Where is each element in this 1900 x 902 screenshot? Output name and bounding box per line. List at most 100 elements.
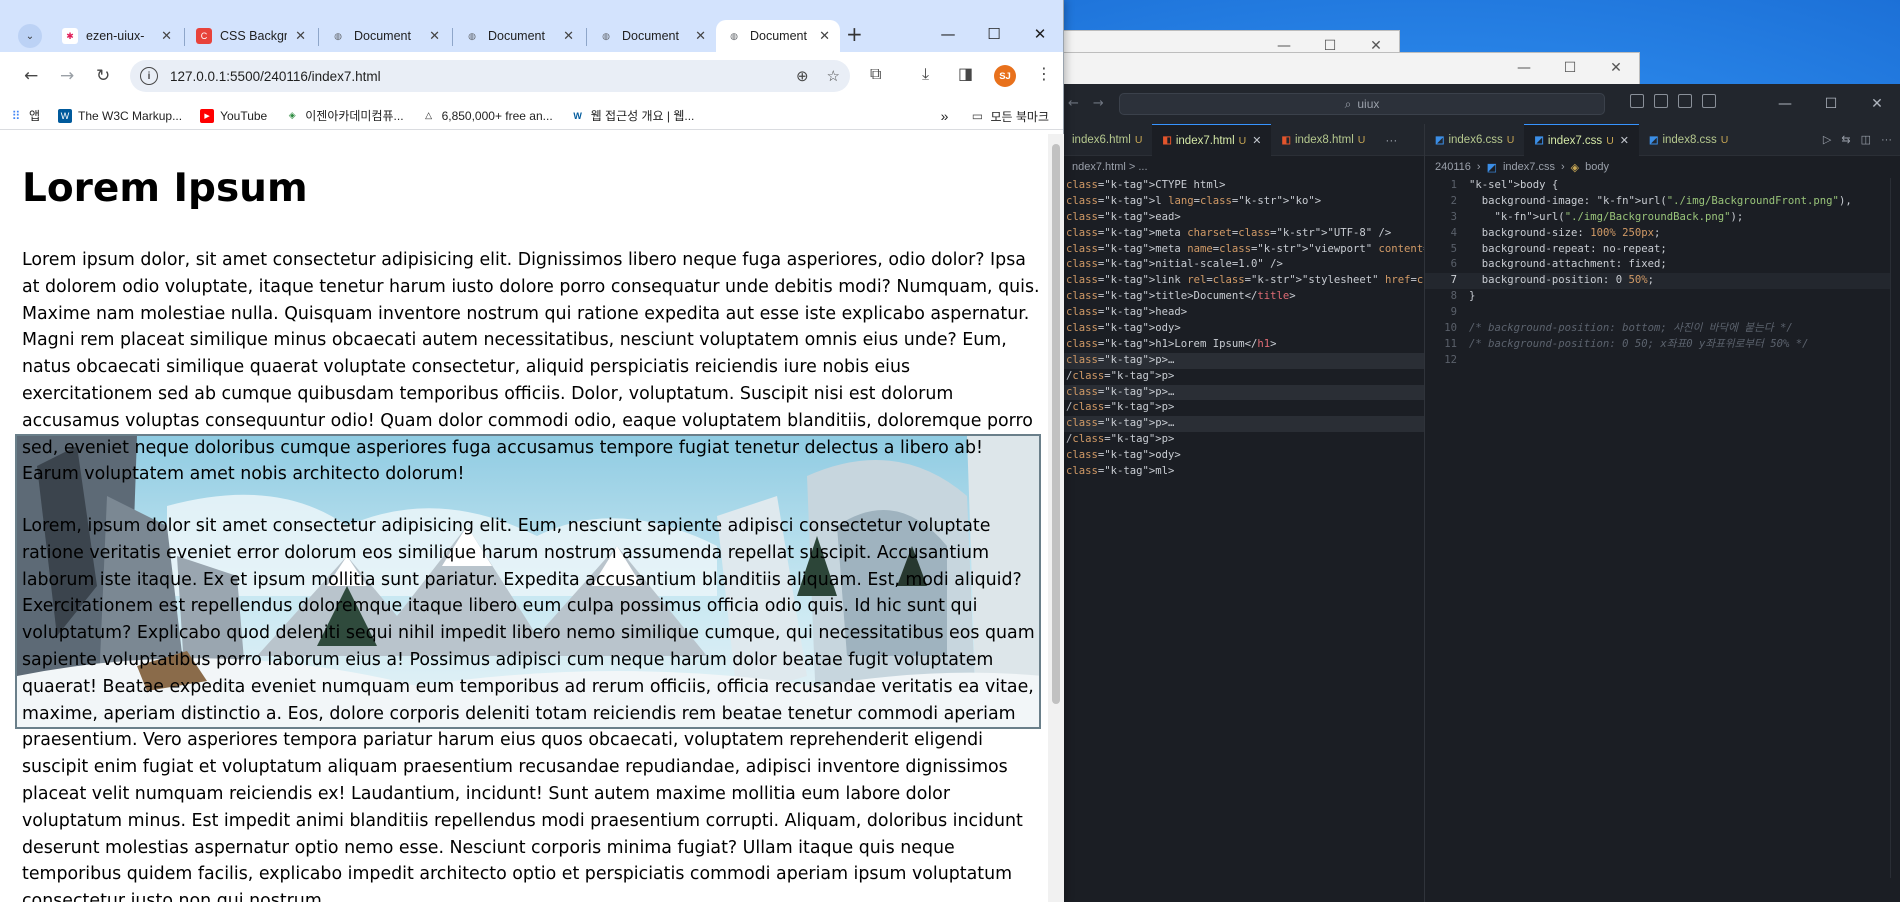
code-line[interactable]: /class="k-tag">p> [1062, 432, 1424, 448]
code-line[interactable]: class="k-tag">p>… [1062, 384, 1424, 401]
code-line[interactable]: class="k-tag">p>… [1062, 416, 1424, 433]
close-icon[interactable]: ✕ [1593, 53, 1639, 83]
code-line[interactable]: /class="k-tag">p> [1062, 400, 1424, 416]
close-tab-icon[interactable]: ✕ [1252, 134, 1261, 147]
code-line[interactable]: 5 background-repeat: no-repeat; [1425, 242, 1900, 258]
code-line[interactable]: class="k-tag">head> [1062, 305, 1424, 321]
page-scrollbar[interactable] [1048, 134, 1064, 902]
close-icon[interactable]: ✕ [1017, 16, 1063, 52]
address-bar[interactable]: i 127.0.0.1:5500/240116/index7.html ⊕ ☆ [130, 60, 850, 92]
breadcrumb[interactable]: ndex7.html > ... [1062, 156, 1424, 178]
close-icon[interactable]: ✕ [1854, 84, 1900, 124]
code-line[interactable]: class="k-tag">CTYPE html> [1062, 178, 1424, 194]
code-line[interactable]: class="k-tag">meta name=class="k-str">"v… [1062, 242, 1557, 258]
code-line[interactable]: class="k-tag">ml> [1062, 464, 1424, 480]
breadcrumb[interactable]: 240116 › ◩ index7.css › ◈ body [1425, 156, 1900, 178]
run-icon[interactable]: ▷ [1823, 133, 1831, 146]
tab-index6-html[interactable]: index6.html U [1062, 124, 1152, 156]
tab-index7-html[interactable]: ◧ index7.html U ✕ [1152, 124, 1272, 156]
code-line[interactable]: class="k-tag">title>Document</title> [1062, 289, 1424, 305]
zoom-icon[interactable]: ⊕ [796, 67, 809, 85]
minimize-icon[interactable]: — [1501, 53, 1547, 83]
code-line[interactable]: class="k-tag">nitial-scale=1.0" /> [1062, 257, 1424, 273]
maximize-icon[interactable]: ☐ [1808, 84, 1854, 124]
bookmark-freepik[interactable]: △ 6,850,000+ free an... [413, 109, 562, 123]
close-tab-icon[interactable]: ✕ [429, 28, 440, 44]
code-line[interactable]: 6 background-attachment: fixed; [1425, 257, 1900, 273]
tab-document-2[interactable]: ◍ Document ✕ [454, 20, 584, 52]
customize-layout-icon[interactable] [1702, 94, 1716, 108]
toggle-panel-icon[interactable] [1654, 94, 1668, 108]
code-line[interactable]: 12 [1425, 353, 1900, 369]
code-line[interactable]: class="k-tag">ody> [1062, 321, 1424, 337]
css-code-editor[interactable]: 1 "k-sel">body {2 background-image: "k-fn… [1425, 178, 1900, 369]
minimize-icon[interactable]: — [925, 16, 971, 52]
command-center-search[interactable]: ⌕ uiux [1119, 93, 1605, 115]
breadcrumb-symbol[interactable]: body [1585, 161, 1609, 173]
tab-document-1[interactable]: ◍ Document ✕ [320, 20, 450, 52]
code-line[interactable]: class="k-tag">l lang=class="k-str">"ko"> [1062, 194, 1424, 210]
scrollbar-thumb[interactable] [1052, 144, 1060, 704]
bookmark-w3c[interactable]: W The W3C Markup... [49, 108, 191, 123]
close-tab-icon[interactable]: ✕ [161, 28, 172, 44]
tab-index8-css[interactable]: ◩ index8.css U [1639, 124, 1738, 156]
close-tab-icon[interactable]: ✕ [819, 28, 830, 44]
code-line[interactable]: 3 "k-fn">url("./img/BackgroundBack.png")… [1425, 210, 1900, 226]
extensions-icon[interactable]: ⧉ [870, 64, 881, 84]
back-icon[interactable]: ← [24, 66, 38, 86]
tab-index8-html[interactable]: ◧ index8.html U [1271, 124, 1375, 156]
split-editor-icon[interactable]: ◫ [1861, 133, 1871, 146]
back-arrow-icon[interactable]: ← [1068, 96, 1079, 111]
minimize-icon[interactable]: — [1762, 84, 1808, 124]
more-bookmarks-icon[interactable]: » [941, 108, 949, 124]
code-line[interactable]: 7 background-position: 0 50%; [1425, 273, 1900, 290]
code-line[interactable]: class="k-tag">p>… [1062, 352, 1424, 369]
bookmark-ezen[interactable]: ◈ 이젠아카데미컴퓨... [276, 107, 412, 124]
all-bookmarks-button[interactable]: ▭ 모든 북마크 [970, 108, 1049, 125]
tab-document-3[interactable]: ◍ Document ✕ [588, 20, 716, 52]
side-panel-icon[interactable]: ◨ [958, 64, 973, 83]
html-code-editor[interactable]: class="k-tag">CTYPE html> class="k-tag">l… [1062, 178, 1615, 480]
minimap[interactable] [1890, 178, 1900, 878]
tab-document-active[interactable]: ◍ Document ✕ [716, 20, 840, 52]
tab-index7-css[interactable]: ◩ index7.css U ✕ [1524, 124, 1639, 156]
close-tab-icon[interactable]: ✕ [695, 28, 706, 44]
code-line[interactable]: class="k-tag">ead> [1062, 210, 1424, 226]
code-line[interactable]: /class="k-tag">p> [1062, 369, 1424, 385]
close-tab-icon[interactable]: ✕ [1620, 134, 1629, 147]
reload-icon[interactable]: ↻ [96, 66, 110, 86]
more-actions-icon[interactable]: ··· [1375, 124, 1407, 155]
new-tab-icon[interactable]: + [846, 22, 863, 46]
tab-css-backgrounds[interactable]: C CSS Backgr ✕ [186, 20, 316, 52]
code-line[interactable]: 10/* background-position: bottom; 사진이 바닥… [1425, 321, 1900, 337]
code-line[interactable]: class="k-tag">ody> [1062, 448, 1424, 464]
compare-icon[interactable]: ⇆ [1841, 133, 1850, 146]
forward-icon[interactable]: → [60, 66, 74, 86]
bookmark-wai[interactable]: W 웹 접근성 개요 | 웹... [562, 107, 704, 124]
tab-search-icon[interactable]: ⌄ [18, 24, 42, 48]
code-line[interactable]: 4 background-size: 100% 250px; [1425, 226, 1900, 242]
download-icon[interactable]: ⤓ [922, 64, 929, 84]
code-line[interactable]: 1 "k-sel">body { [1425, 178, 1900, 194]
close-tab-icon[interactable]: ✕ [295, 28, 306, 44]
bookmark-star-icon[interactable]: ☆ [827, 67, 840, 85]
toggle-secondary-sidebar-icon[interactable] [1678, 94, 1692, 108]
code-line[interactable]: class="k-tag">link rel=class="k-str">"st… [1062, 273, 1615, 289]
avatar[interactable]: SJ [994, 65, 1016, 87]
code-line[interactable]: 2 background-image: "k-fn">url("./img/Ba… [1425, 194, 1900, 210]
menu-icon[interactable]: ⋮ [1036, 64, 1052, 83]
toggle-sidebar-icon[interactable] [1630, 94, 1644, 108]
breadcrumb-file[interactable]: index7.css [1503, 161, 1555, 173]
maximize-icon[interactable]: ☐ [971, 16, 1017, 52]
bookmark-apps[interactable]: ⠿ 앱 [0, 107, 49, 124]
code-line[interactable]: class="k-tag">h1>Lorem Ipsum</h1> [1062, 337, 1424, 353]
code-line[interactable]: 9 [1425, 305, 1900, 321]
code-line[interactable]: 8} [1425, 289, 1900, 305]
site-info-icon[interactable]: i [140, 67, 158, 85]
code-line[interactable]: 11/* background-position: 0 50; x좌표0 y좌표… [1425, 337, 1900, 353]
close-tab-icon[interactable]: ✕ [563, 28, 574, 44]
code-line[interactable]: class="k-tag">meta charset=class="k-str"… [1062, 226, 1424, 242]
breadcrumb-folder[interactable]: 240116 [1435, 161, 1471, 173]
more-actions-icon[interactable]: ··· [1881, 134, 1892, 146]
tab-index6-css[interactable]: ◩ index6.css U [1425, 124, 1524, 156]
